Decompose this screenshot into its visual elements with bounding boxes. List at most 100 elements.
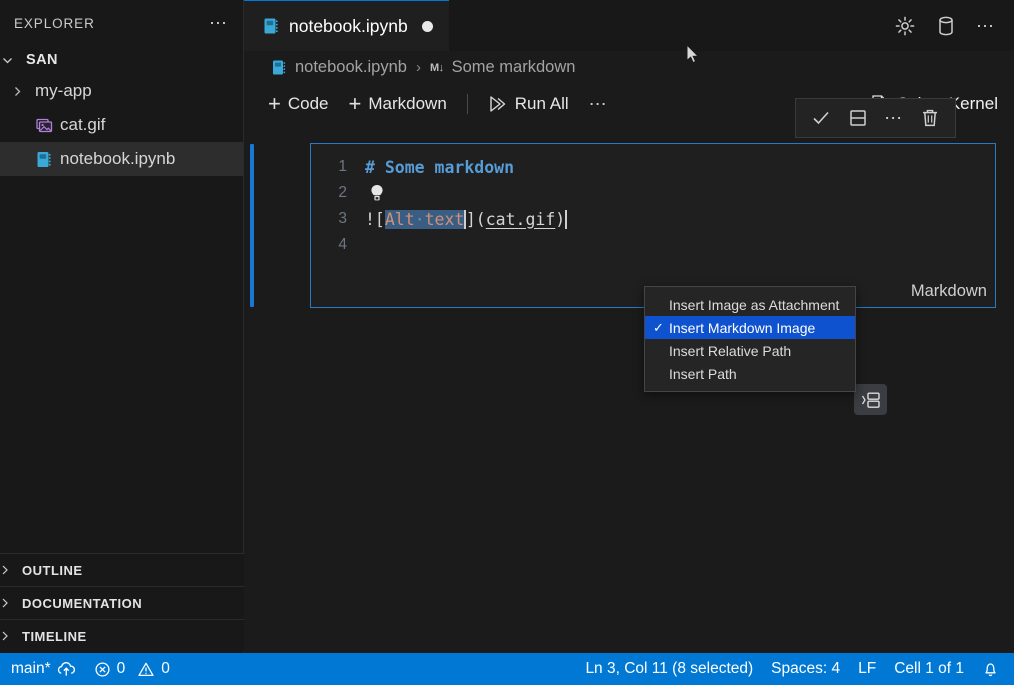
chevron-right-icon xyxy=(12,86,28,97)
chevron-right-icon xyxy=(0,565,20,575)
chevron-right-icon xyxy=(0,631,20,641)
vscode-window: EXPLORER ⋯ SAN my-app cat.gif notebook.i… xyxy=(0,0,1014,685)
toolbar-divider xyxy=(466,94,468,114)
sidebar-item-label: notebook.ipynb xyxy=(60,149,176,168)
breadcrumb-symbol[interactable]: Some markdown xyxy=(452,58,576,77)
check-icon: ✓ xyxy=(653,319,664,335)
insert-image-context-menu: Insert Image as Attachment ✓ Insert Mark… xyxy=(644,286,856,392)
status-notifications[interactable] xyxy=(973,653,1008,685)
error-circle-icon xyxy=(94,661,111,678)
status-bar-right: Ln 3, Col 11 (8 selected) Spaces: 4 LF C… xyxy=(576,653,1014,685)
add-code-label: Code xyxy=(287,94,329,113)
notebook-file-icon xyxy=(35,150,53,168)
more-actions-icon: ⋯ xyxy=(588,94,609,114)
status-branch[interactable]: main* xyxy=(2,653,85,685)
workspace-root-san[interactable]: SAN xyxy=(0,46,243,74)
explorer-title: EXPLORER xyxy=(14,15,95,31)
chevron-down-icon xyxy=(2,55,20,66)
run-all-label: Run All xyxy=(514,94,569,113)
tab-notebook-ipynb[interactable]: notebook.ipynb xyxy=(244,0,449,51)
error-count: 0 xyxy=(116,660,126,677)
panel-label: OUTLINE xyxy=(22,562,83,578)
add-code-cell-button[interactable]: + Code xyxy=(258,89,339,119)
status-cell-count[interactable]: Cell 1 of 1 xyxy=(885,653,973,685)
cell-count-label: Cell 1 of 1 xyxy=(894,660,964,677)
confirm-check-icon[interactable] xyxy=(810,107,832,129)
menu-item-label: Insert Path xyxy=(669,365,737,382)
status-bar-left: main* 0 0 xyxy=(0,653,179,685)
line-suffix: ) xyxy=(555,209,566,229)
line-prefix: ![ xyxy=(365,209,385,229)
breadcrumb: notebook.ipynb › M↓ Some markdown xyxy=(244,51,1014,84)
run-all-icon xyxy=(488,95,508,113)
sidebar-item-label: my-app xyxy=(35,81,92,100)
add-markdown-label: Markdown xyxy=(368,94,447,113)
menu-item-label: Insert Relative Path xyxy=(669,342,792,359)
notebook-file-icon xyxy=(262,17,280,35)
sidebar-item-my-app[interactable]: my-app xyxy=(0,74,243,108)
notification-bell-icon xyxy=(982,660,999,678)
menu-item-insert-relative-path[interactable]: Insert Relative Path xyxy=(645,339,855,362)
line-middle: ]( xyxy=(465,209,486,229)
status-problems[interactable]: 0 0 xyxy=(85,653,179,685)
selected-alt-text[interactable]: Alt·text xyxy=(384,209,465,229)
panel-timeline[interactable]: TIMELINE xyxy=(0,619,244,652)
breadcrumb-separator: › xyxy=(415,59,421,76)
sidebar-item-cat-gif[interactable]: cat.gif xyxy=(0,108,243,142)
markdown-cell[interactable]: 1 # Some markdown 2 3 ![Alt·text](cat… xyxy=(310,143,996,308)
editor-tabbar: notebook.ipynb ⋯ xyxy=(244,0,1014,51)
status-eol[interactable]: LF xyxy=(849,653,885,685)
delete-trash-icon[interactable] xyxy=(919,107,941,129)
plus-icon: + xyxy=(348,91,362,116)
menu-item-label: Insert Image as Attachment xyxy=(669,296,840,313)
add-markdown-cell-button[interactable]: + Markdown xyxy=(339,89,457,119)
split-cell-icon[interactable] xyxy=(847,107,869,129)
notebook-more-actions-button[interactable]: ⋯ xyxy=(579,89,619,119)
editor-tab-actions: ⋯ xyxy=(894,0,1004,51)
eol-label: LF xyxy=(858,660,877,677)
panel-label: DOCUMENTATION xyxy=(22,595,143,611)
chevron-right-icon xyxy=(0,598,20,608)
image-file-icon xyxy=(35,116,53,134)
panel-documentation[interactable]: DOCUMENTATION xyxy=(0,586,244,619)
line-number: 2 xyxy=(338,184,347,201)
explorer-sidebar: EXPLORER ⋯ SAN my-app cat.gif notebook.i… xyxy=(0,0,244,653)
plus-icon: + xyxy=(268,91,281,116)
panel-outline[interactable]: OUTLINE xyxy=(0,553,244,586)
branch-label: main* xyxy=(11,660,51,677)
kernel-database-icon[interactable] xyxy=(936,15,956,37)
menu-item-insert-markdown-image[interactable]: ✓ Insert Markdown Image xyxy=(645,316,855,339)
status-cursor-position[interactable]: Ln 3, Col 11 (8 selected) xyxy=(576,653,762,685)
mouse-cursor-icon xyxy=(686,44,702,66)
line-text-heading: # Some markdown xyxy=(365,157,515,177)
image-path-link[interactable]: cat.gif xyxy=(486,210,556,229)
text-caret-end xyxy=(565,209,567,229)
sidebar-item-notebook-ipynb[interactable]: notebook.ipynb xyxy=(0,142,243,176)
menu-item-insert-path[interactable]: Insert Path xyxy=(645,362,855,385)
cell-editor[interactable]: 1 # Some markdown 2 3 ![Alt·text](cat… xyxy=(311,144,995,258)
menu-item-label: Insert Markdown Image xyxy=(669,319,816,336)
warning-triangle-icon xyxy=(137,661,155,678)
settings-gear-icon[interactable] xyxy=(894,15,916,37)
code-line: 2 xyxy=(311,180,995,206)
code-line: 3 ![Alt·text](cat.gif) xyxy=(311,206,995,232)
status-indentation[interactable]: Spaces: 4 xyxy=(762,653,849,685)
insert-options-icon[interactable] xyxy=(854,384,887,415)
line-number: 1 xyxy=(338,158,347,175)
menu-item-insert-image-as-attachment[interactable]: Insert Image as Attachment xyxy=(645,293,855,316)
markdown-symbol-icon: M↓ xyxy=(429,61,444,74)
more-actions-icon[interactable]: ⋯ xyxy=(884,109,904,127)
sync-cloud-icon xyxy=(57,661,76,678)
lightbulb-code-action-icon[interactable] xyxy=(367,183,387,204)
code-line: 4 xyxy=(311,232,995,258)
ellipsis-icon[interactable]: ⋯ xyxy=(209,14,229,32)
run-all-button[interactable]: Run All xyxy=(478,89,579,119)
more-actions-icon[interactable]: ⋯ xyxy=(976,17,996,35)
workspace-root-label: SAN xyxy=(26,52,58,68)
line-number: 3 xyxy=(338,210,347,227)
cell-focus-indicator xyxy=(250,144,254,307)
cell-kind-label[interactable]: Markdown xyxy=(911,282,987,301)
notebook-file-icon xyxy=(270,59,288,77)
breadcrumb-file[interactable]: notebook.ipynb xyxy=(295,58,407,77)
tab-dirty-indicator[interactable] xyxy=(421,20,433,32)
